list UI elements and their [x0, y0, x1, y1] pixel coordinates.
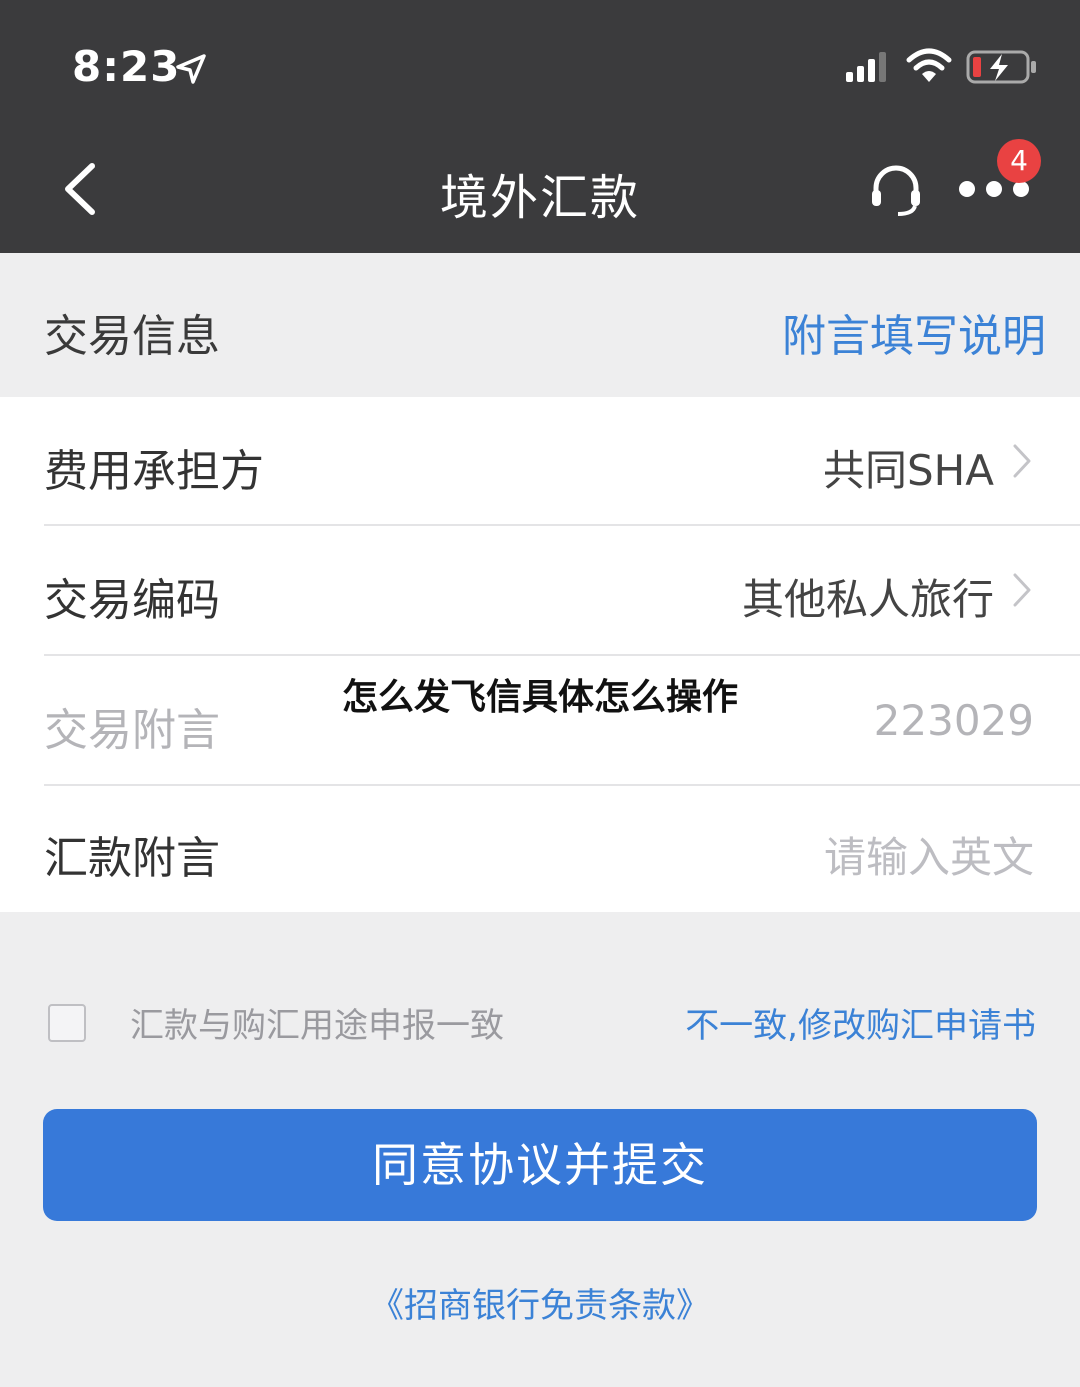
- transaction-code-row[interactable]: 交易编码 其他私人旅行: [0, 526, 1080, 654]
- section-title: 交易信息: [44, 311, 220, 362]
- location-arrow-icon: [176, 54, 206, 84]
- transaction-code-label: 交易编码: [44, 575, 220, 626]
- chevron-right-icon: [1013, 444, 1031, 478]
- disclaimer-link[interactable]: 《招商银行免责条款》: [0, 1278, 1080, 1327]
- wifi-icon: [906, 48, 952, 82]
- battery-charging-icon: [966, 50, 1036, 84]
- transaction-code-value: 其他私人旅行: [741, 575, 994, 624]
- remittance-memo-row: 汇款附言 请输入英文: [0, 786, 1080, 914]
- fee-bearer-row[interactable]: 费用承担方 共同SHA: [0, 397, 1080, 525]
- cellular-signal-icon: [846, 52, 886, 82]
- declaration-checkbox[interactable]: [48, 1004, 86, 1042]
- fee-bearer-label: 费用承担方: [44, 446, 264, 497]
- agree-submit-button[interactable]: 同意协议并提交: [43, 1109, 1037, 1221]
- remittance-memo-input[interactable]: 请输入英文: [824, 824, 1034, 885]
- status-time: 8:23: [72, 42, 181, 91]
- chevron-right-icon: [1013, 573, 1031, 607]
- memo-instructions-link[interactable]: 附言填写说明: [782, 300, 1046, 364]
- declaration-label: 汇款与购汇用途申报一致: [130, 1006, 504, 1046]
- customer-service-headset-icon[interactable]: [868, 160, 924, 216]
- modify-application-link[interactable]: 不一致,修改购汇申请书: [685, 998, 1036, 1047]
- top-bar: 8:23 境外汇款 4: [0, 0, 1080, 253]
- remittance-memo-label: 汇款附言: [44, 833, 220, 884]
- fee-bearer-value: 共同SHA: [823, 446, 994, 495]
- overlay-caption: 怎么发飞信具体怎么操作: [341, 677, 738, 718]
- transaction-form: 费用承担方 共同SHA 交易编码 其他私人旅行 交易附言 223029 汇款附言…: [0, 397, 1080, 912]
- notification-badge: 4: [997, 139, 1041, 183]
